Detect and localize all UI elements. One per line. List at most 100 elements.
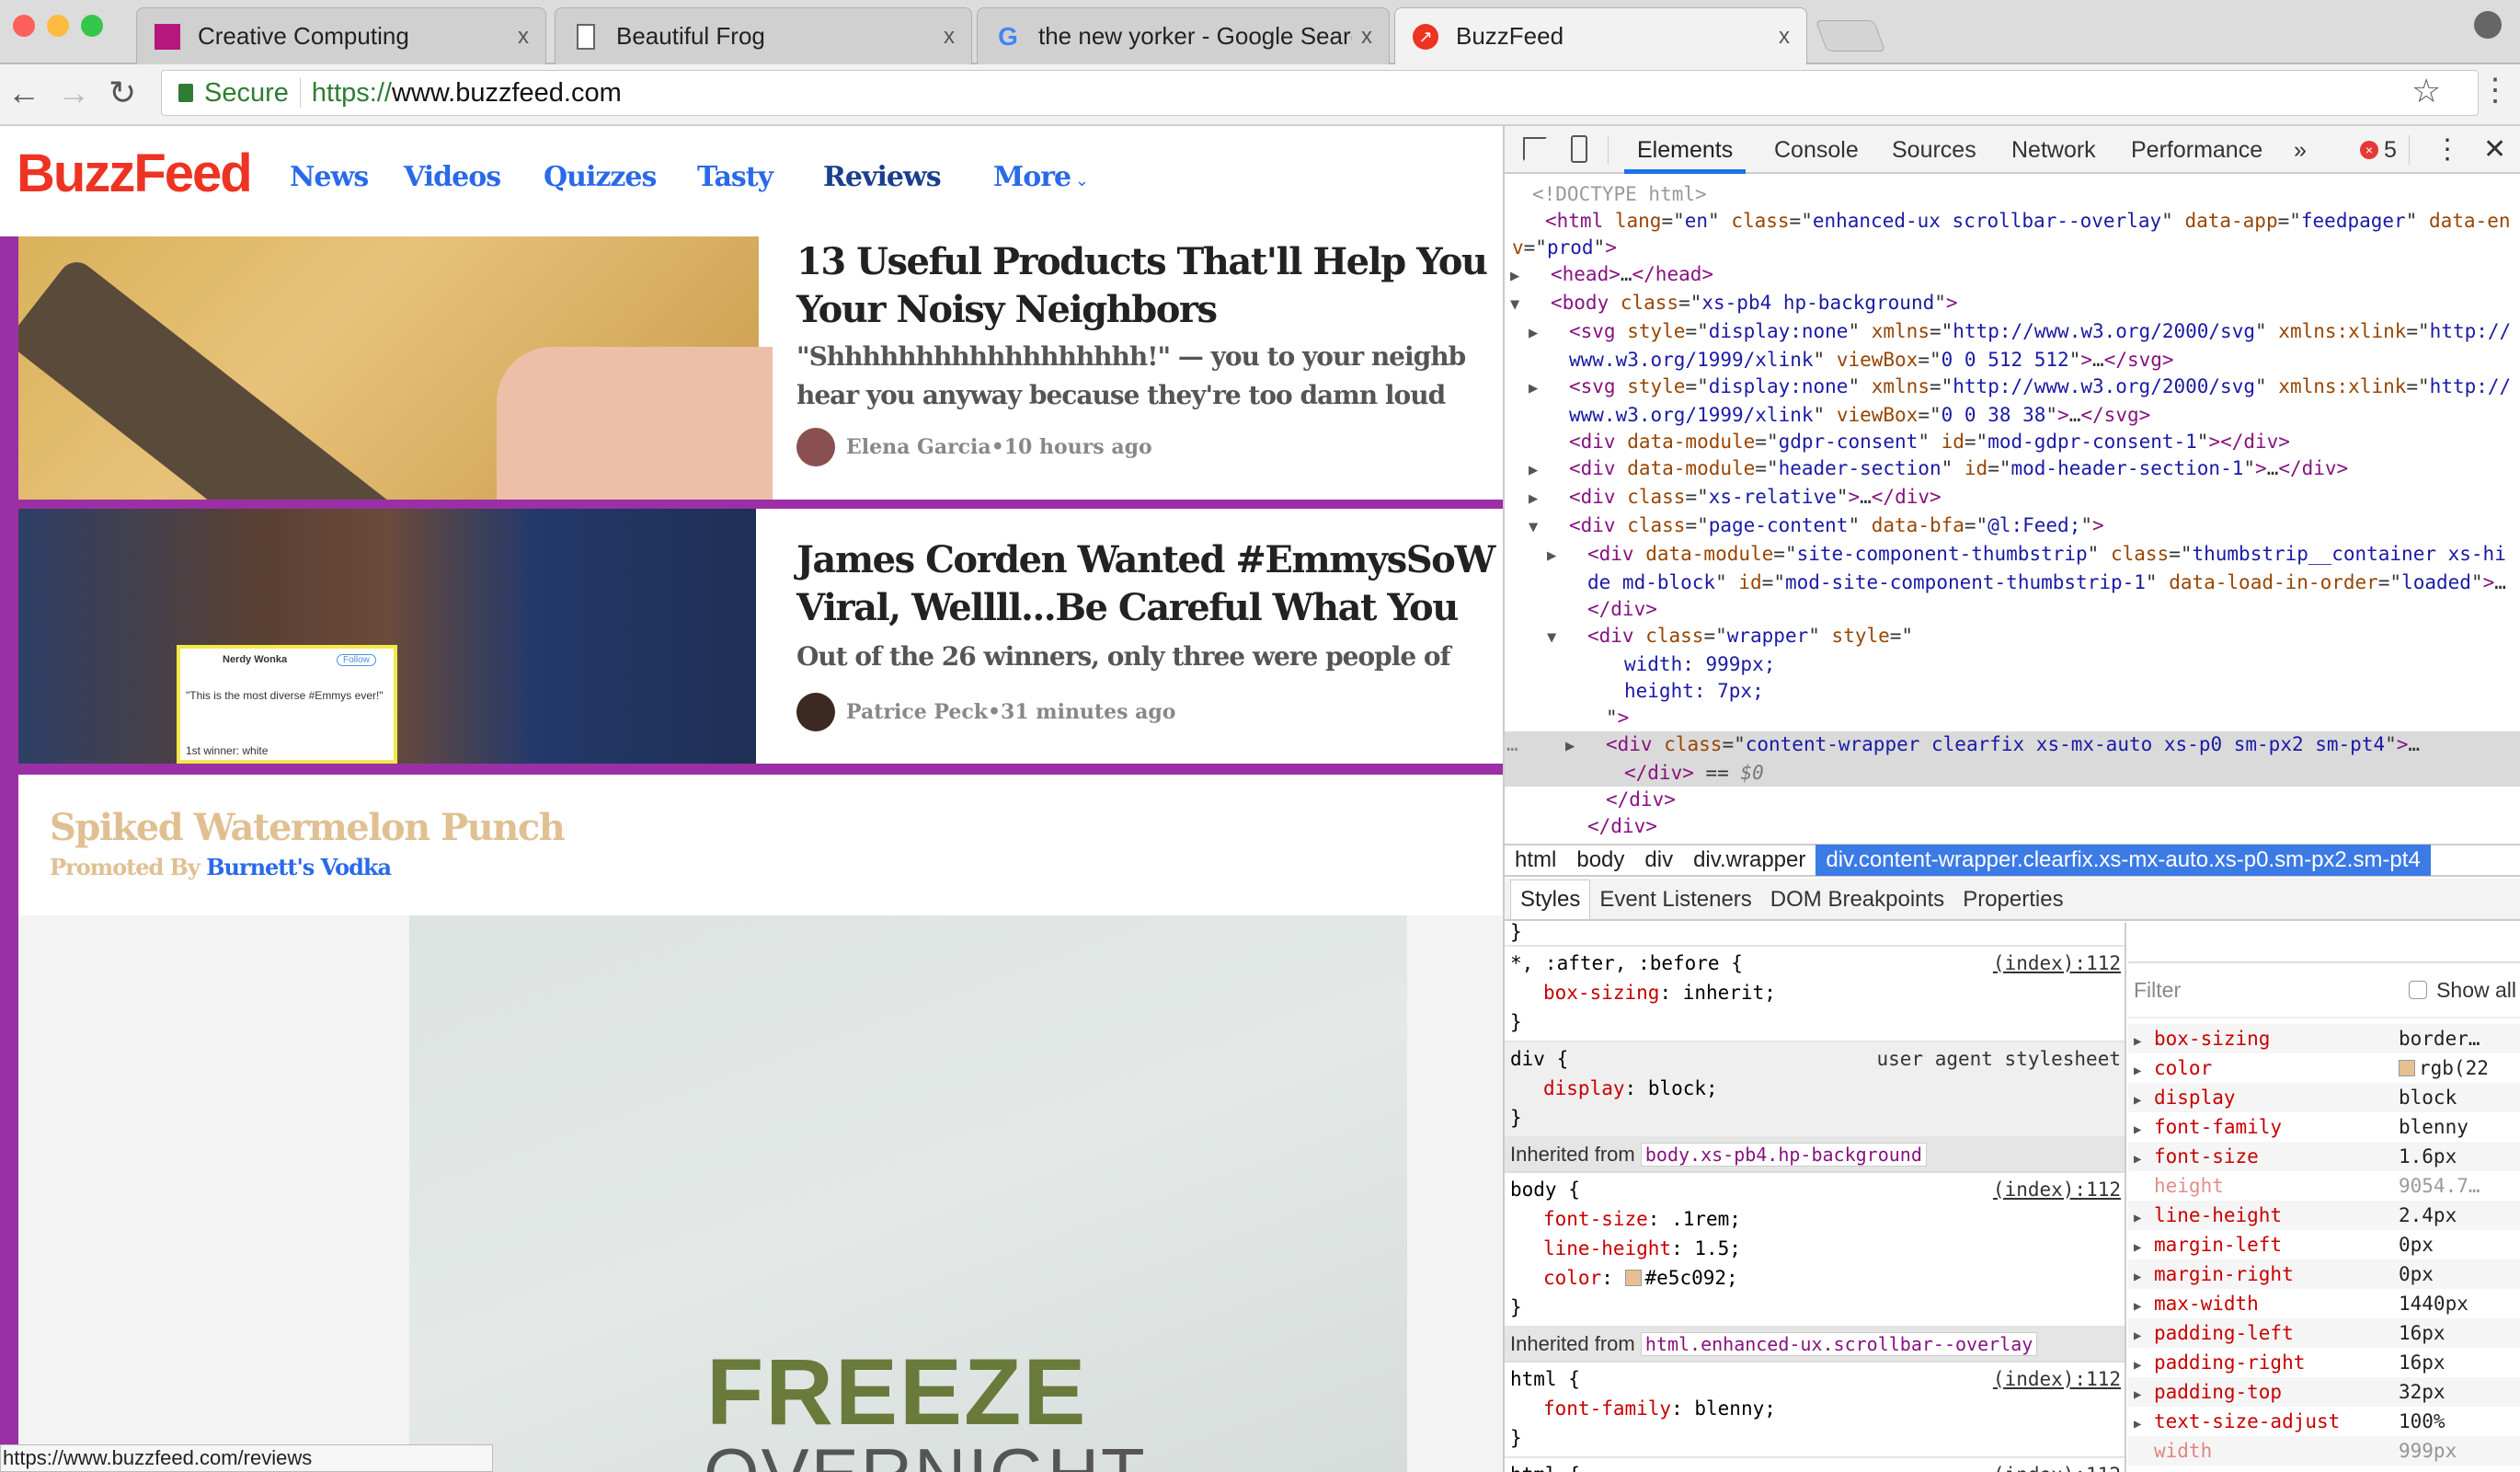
expand-triangle-icon[interactable]: ▶ (2134, 1262, 2154, 1292)
dom-node-line[interactable]: <div data-module="gdpr-consent" id="mod-… (1505, 429, 2520, 455)
breadcrumb-item[interactable]: div.wrapper (1683, 845, 1816, 876)
article-card[interactable]: 13 Useful Products That'll Help You Your… (18, 236, 1503, 500)
close-window-button[interactable] (13, 15, 35, 37)
expand-triangle-icon[interactable]: ▶ (2134, 1409, 2154, 1439)
tab-console[interactable]: Console (1774, 126, 1859, 174)
css-property[interactable]: font-size (1543, 1208, 1648, 1230)
computed-property-row[interactable]: width 999px (2128, 1436, 2520, 1466)
author-avatar[interactable] (796, 693, 835, 731)
computed-filter-input[interactable]: Filter (2134, 978, 2409, 1003)
dom-node-line[interactable]: ▶ <svg style="display:none" xmlns="http:/… (1505, 374, 2520, 429)
css-property[interactable]: line-height (1543, 1237, 1671, 1259)
computed-property-row[interactable]: ▶ line-height 2.4px (2128, 1201, 2520, 1230)
css-value[interactable]: 1.5; (1694, 1237, 1741, 1259)
more-tabs-button[interactable]: » (2294, 126, 2307, 174)
article-title-line[interactable]: Viral, Wellll...Be Careful What You (796, 586, 1459, 629)
dom-node-line[interactable]: height: 7px; (1505, 678, 2520, 705)
close-devtools-icon[interactable]: ✕ (2483, 126, 2506, 174)
expand-triangle-icon[interactable]: ▶ (2134, 1292, 2154, 1321)
computed-property-row[interactable]: ▶ font-family blenny (2128, 1112, 2520, 1142)
sponsored-image[interactable]: FREEZE OVERNIGHT (409, 915, 1407, 1472)
article-title-line[interactable]: James Corden Wanted #EmmysSoW (796, 538, 1495, 581)
nav-tasty[interactable]: Tasty (697, 161, 773, 193)
sponsored-title[interactable]: Spiked Watermelon Punch (50, 806, 566, 849)
article-card[interactable]: Nerdy Wonka Follow "This is the most div… (18, 509, 1503, 764)
expand-triangle-icon[interactable]: ▶ (2134, 1056, 2154, 1086)
dom-node-line[interactable]: ▼ <div class="page-content" data-bfa="@l:… (1505, 512, 2520, 541)
expand-triangle-icon[interactable]: ▶ (2134, 1380, 2154, 1409)
tab-creative-computing[interactable]: Creative Computing x (136, 7, 546, 64)
dom-node-line[interactable]: </div> (1505, 787, 2520, 813)
nav-more[interactable]: More ⌄ (993, 161, 1089, 193)
dom-node-line[interactable]: width: 999px; (1505, 651, 2520, 678)
minimize-window-button[interactable] (47, 15, 69, 37)
tab-beautiful-frog[interactable]: Beautiful Frog x (555, 7, 972, 64)
nav-videos[interactable]: Videos (404, 161, 501, 193)
tab-sources[interactable]: Sources (1892, 126, 1976, 174)
dom-node-line[interactable]: ▶ <svg style="display:none" xmlns="http:/… (1505, 318, 2520, 374)
computed-property-row[interactable]: height 9054.7… (2128, 1171, 2520, 1201)
article-thumbnail[interactable]: Nerdy Wonka Follow "This is the most div… (18, 509, 756, 764)
reload-button[interactable]: ↻ (109, 74, 136, 112)
devtools-menu-icon[interactable]: ⋮ (2434, 126, 2461, 174)
css-value[interactable]: .1rem; (1671, 1208, 1741, 1230)
menu-kebab-icon[interactable]: ⋮ (2480, 72, 2511, 109)
back-button[interactable]: ← (7, 74, 40, 112)
dom-node-line[interactable]: ▼ <div class="wrapper" style=" (1505, 623, 2520, 651)
dom-node-line[interactable]: ▶ <head>…</head> (1505, 261, 2520, 290)
tab-event-listeners[interactable]: Event Listeners (1590, 880, 1760, 919)
rule-source-link[interactable]: (index):112 (1993, 1460, 2121, 1472)
sponsored-card[interactable]: Spiked Watermelon Punch Promoted By Burn… (18, 775, 1503, 1472)
inherited-selector-link[interactable]: html.enhanced-ux.scrollbar--overlay (1640, 1332, 2038, 1356)
expand-triangle-icon[interactable]: ▶ (2134, 1144, 2154, 1174)
computed-property-row[interactable]: ▶ text-size-adjust 100% (2128, 1407, 2520, 1436)
bookmark-star-icon[interactable]: ☆ (2411, 72, 2441, 110)
maximize-window-button[interactable] (81, 15, 103, 37)
dom-node-line[interactable]: ▶<script>…</script> (1505, 840, 2520, 842)
author-name[interactable]: Elena Garcia (846, 435, 991, 459)
expand-triangle-icon[interactable]: ▶ (2134, 1351, 2154, 1380)
tab-buzzfeed[interactable]: ↗ BuzzFeed x (1394, 7, 1807, 64)
article-thumbnail[interactable] (18, 236, 773, 500)
collapsed-triangle-icon[interactable]: ▶ (1547, 543, 1587, 569)
tab-google-search[interactable]: G the new yorker - Google Search x (977, 7, 1390, 64)
forward-button[interactable]: → (57, 74, 90, 112)
collapsed-triangle-icon[interactable]: ▶ (1565, 733, 1606, 760)
collapsed-triangle-icon[interactable]: ▶ (1529, 375, 1569, 402)
more-actions-icon[interactable]: … (1506, 731, 1518, 758)
computed-property-row[interactable]: ▶ padding-top 32px (2128, 1377, 2520, 1407)
tab-styles[interactable]: Styles (1510, 880, 1591, 919)
breadcrumb-item-current[interactable]: div.content-wrapper.clearfix.xs-mx-auto.… (1816, 845, 2431, 876)
profile-icon[interactable] (2474, 11, 2502, 39)
show-all-checkbox[interactable] (2409, 981, 2428, 999)
rule-source-link[interactable]: (index):112 (1993, 1364, 2121, 1394)
error-icon[interactable]: × (2360, 141, 2378, 159)
css-property[interactable]: box-sizing (1543, 982, 1659, 1004)
article-title-line[interactable]: Your Noisy Neighbors (796, 288, 1218, 331)
inherited-selector-link[interactable]: body.xs-pb4.hp-background (1640, 1143, 1927, 1167)
collapsed-triangle-icon[interactable]: ▶ (1529, 320, 1569, 347)
computed-property-row[interactable]: ▶ padding-left 16px (2128, 1318, 2520, 1348)
expand-triangle-icon[interactable]: ▶ (2134, 1115, 2154, 1144)
expand-triangle-icon[interactable]: ▶ (2134, 1233, 2154, 1262)
expanded-triangle-icon[interactable]: ▼ (1529, 514, 1569, 541)
dom-node-line[interactable]: ▶ <div class="content-wrapper clearfix xs… (1505, 731, 2520, 760)
device-toolbar-icon[interactable] (1571, 135, 1587, 163)
computed-property-row[interactable]: ▶ color rgb(22 (2128, 1053, 2520, 1083)
css-value[interactable]: inherit; (1683, 982, 1776, 1004)
address-bar[interactable]: Secure https:// www.buzzfeed.com (161, 70, 2479, 116)
dom-node-line[interactable]: <html lang="en" class="enhanced-ux scrol… (1505, 208, 2520, 261)
sponsor-link[interactable]: Burnett's Vodka (206, 854, 392, 880)
css-property[interactable]: font-family (1543, 1397, 1671, 1420)
computed-property-row[interactable]: ▶ max-width 1440px (2128, 1289, 2520, 1318)
tab-properties[interactable]: Properties (1953, 880, 2072, 919)
breadcrumb-item[interactable]: div (1634, 845, 1683, 876)
new-tab-button[interactable] (1815, 20, 1886, 52)
tab-elements[interactable]: Elements (1624, 126, 1747, 174)
rule-source-link[interactable]: (index):112 (1993, 949, 2121, 978)
css-rule[interactable]: *, :after, :before { (index):112 box-siz… (1505, 947, 2125, 1042)
tab-close-icon[interactable]: x (1779, 24, 1790, 50)
collapsed-triangle-icon[interactable]: ▶ (1529, 486, 1569, 512)
breadcrumb-item[interactable]: body (1566, 845, 1634, 876)
css-rule[interactable]: html { (index):112 font-family: blenny; … (1505, 1363, 2125, 1458)
